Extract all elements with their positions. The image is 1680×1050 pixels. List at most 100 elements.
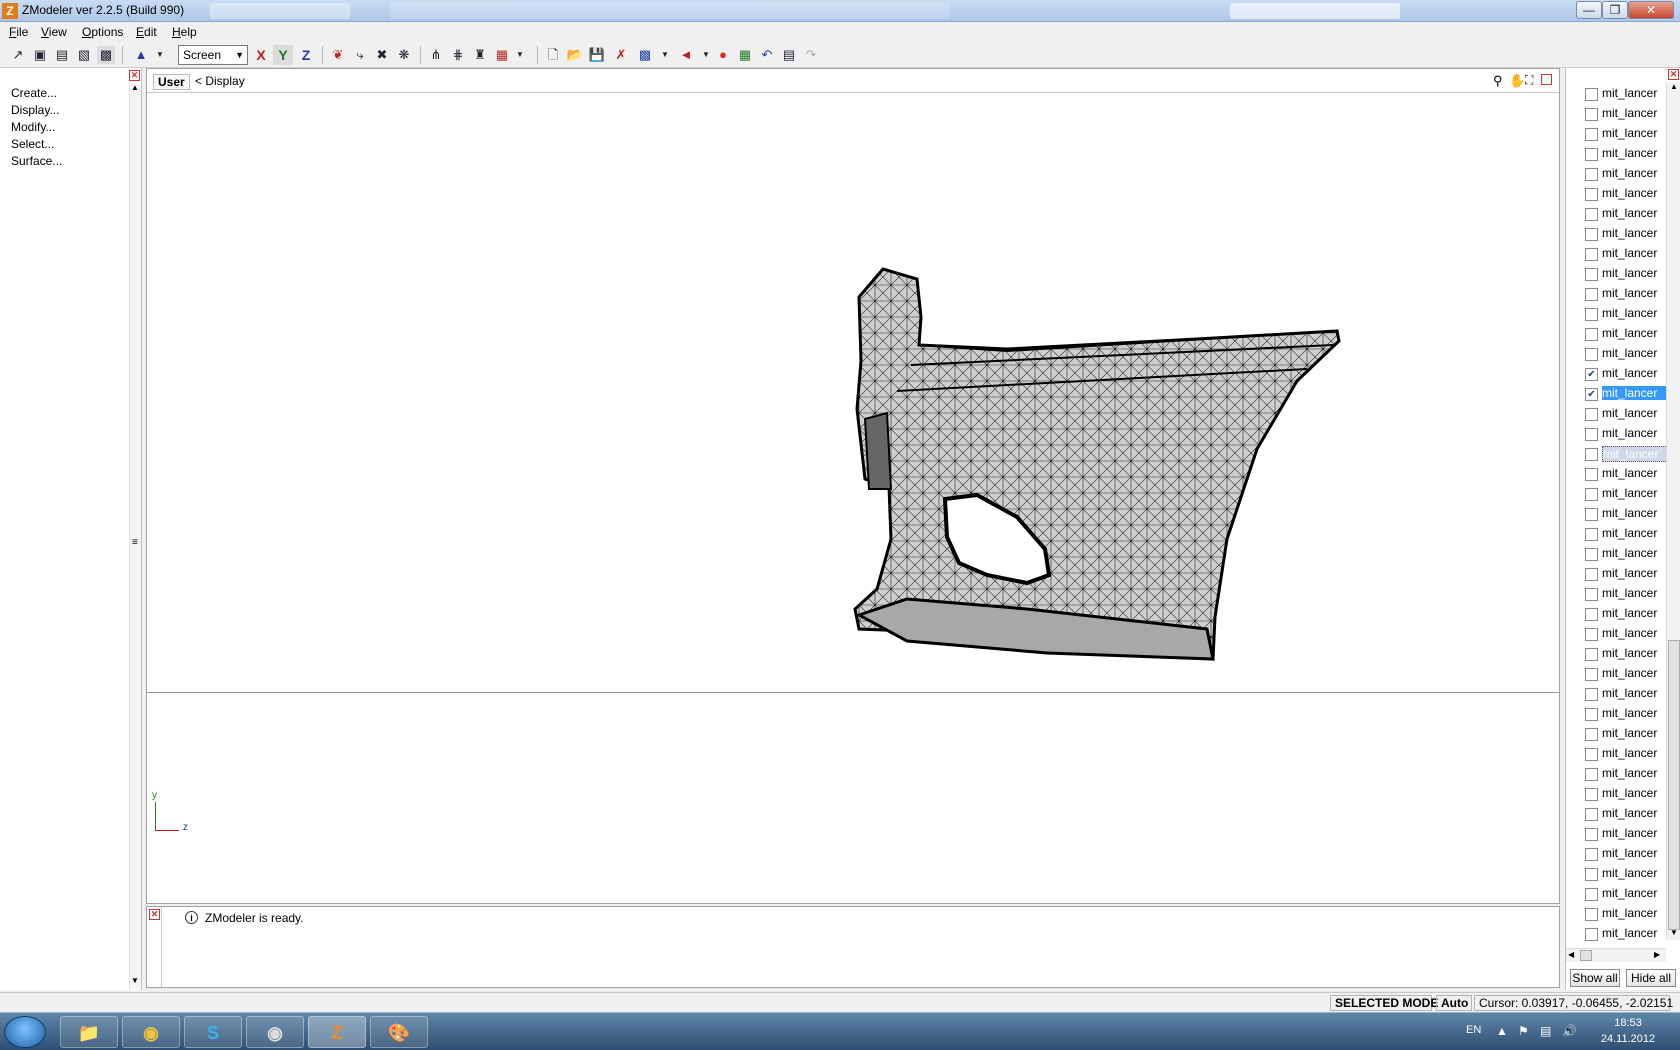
close-object-panel-icon[interactable]: ✕: [1668, 69, 1679, 80]
object-list-item[interactable]: mit_lancer: [1585, 184, 1666, 204]
dropdown-arrow-icon[interactable]: ▼: [151, 46, 169, 64]
export-icon[interactable]: ◄: [677, 46, 695, 64]
object-visibility-checkbox[interactable]: [1585, 468, 1598, 481]
title-bar[interactable]: Z ZModeler ver 2.2.5 (Build 990) — ❐ ✕: [0, 0, 1680, 22]
object-list-item[interactable]: mit_lancer: [1585, 284, 1666, 304]
object-visibility-checkbox[interactable]: [1585, 328, 1598, 341]
dropdown-arrow-icon[interactable]: ▼: [511, 46, 529, 64]
show-all-button[interactable]: Show all: [1570, 969, 1620, 987]
object-visibility-checkbox[interactable]: [1585, 768, 1598, 781]
object-list-item[interactable]: mit_lancer: [1585, 604, 1666, 624]
object-list-item[interactable]: ✔ mit_lancer: [1585, 384, 1666, 404]
object-visibility-checkbox[interactable]: [1585, 488, 1598, 501]
hide-all-button[interactable]: Hide all: [1626, 969, 1676, 987]
object-list-item[interactable]: mit_lancer: [1585, 844, 1666, 864]
close-panel-icon[interactable]: ✕: [129, 70, 140, 81]
object-visibility-checkbox[interactable]: [1585, 848, 1598, 861]
scroll-up-icon[interactable]: ▲: [1670, 82, 1678, 91]
media-icon[interactable]: ◉: [246, 1016, 304, 1048]
command-select[interactable]: Select...: [11, 137, 54, 151]
object-list-item[interactable]: mit_lancer: [1585, 444, 1666, 464]
object-list-item[interactable]: ✔ mit_lancer: [1585, 364, 1666, 384]
object-visibility-checkbox[interactable]: [1585, 308, 1598, 321]
close-button[interactable]: ✕: [1628, 1, 1674, 19]
object-visibility-checkbox[interactable]: [1585, 928, 1598, 941]
object-visibility-checkbox[interactable]: ✔: [1585, 368, 1598, 381]
object-list-item[interactable]: mit_lancer: [1585, 464, 1666, 484]
dropdown-arrow-icon[interactable]: ▼: [656, 46, 674, 64]
object-list-scrollbar[interactable]: ▲ ▼: [1666, 82, 1680, 940]
object-visibility-checkbox[interactable]: [1585, 788, 1598, 801]
object-list-item[interactable]: mit_lancer: [1585, 164, 1666, 184]
fork-tool-icon[interactable]: ⋔: [427, 46, 445, 64]
object-list-item[interactable]: mit_lancer: [1585, 304, 1666, 324]
open-file-icon[interactable]: 📂: [566, 46, 584, 64]
object-list-item[interactable]: mit_lancer: [1585, 804, 1666, 824]
object-visibility-checkbox[interactable]: [1585, 248, 1598, 261]
object-visibility-checkbox[interactable]: [1585, 708, 1598, 721]
object-list-item[interactable]: mit_lancer: [1585, 224, 1666, 244]
object-list-item[interactable]: mit_lancer: [1585, 564, 1666, 584]
object-visibility-checkbox[interactable]: [1585, 108, 1598, 121]
object-list-item[interactable]: mit_lancer: [1585, 504, 1666, 524]
object-visibility-checkbox[interactable]: [1585, 688, 1598, 701]
menu-view[interactable]: View: [41, 25, 67, 39]
redo-icon[interactable]: ↷: [802, 46, 820, 64]
object-list-item[interactable]: mit_lancer: [1585, 244, 1666, 264]
object-visibility-checkbox[interactable]: [1585, 448, 1598, 461]
object-list-item[interactable]: mit_lancer: [1585, 264, 1666, 284]
paint-icon[interactable]: 🎨: [370, 1016, 428, 1048]
branch-tool-icon[interactable]: ⋕: [449, 46, 467, 64]
object-list-item[interactable]: mit_lancer: [1585, 424, 1666, 444]
object-list-item[interactable]: mit_lancer: [1585, 864, 1666, 884]
undo-icon[interactable]: ↶: [758, 46, 776, 64]
close-console-icon[interactable]: ✕: [149, 909, 160, 920]
object-visibility-checkbox[interactable]: [1585, 548, 1598, 561]
object-list-item[interactable]: mit_lancer: [1585, 204, 1666, 224]
paint-tool-icon[interactable]: ❦: [329, 46, 347, 64]
object-list-item[interactable]: mit_lancer: [1585, 684, 1666, 704]
object-list-item[interactable]: mit_lancer: [1585, 764, 1666, 784]
action-center-flag-icon[interactable]: ⚑: [1518, 1024, 1529, 1038]
command-display[interactable]: Display...: [11, 103, 59, 117]
object-visibility-checkbox[interactable]: [1585, 668, 1598, 681]
object-list-item[interactable]: mit_lancer: [1585, 544, 1666, 564]
object-visibility-checkbox[interactable]: [1585, 88, 1598, 101]
object-list-item[interactable]: mit_lancer: [1585, 484, 1666, 504]
import-icon[interactable]: ▩: [636, 46, 654, 64]
object-visibility-checkbox[interactable]: ✔: [1585, 388, 1598, 401]
clock-time[interactable]: 18:53: [1600, 1017, 1656, 1029]
move-axes-icon[interactable]: ⤷: [351, 46, 369, 64]
menu-help[interactable]: Help: [172, 25, 197, 39]
render-icon[interactable]: ●: [714, 46, 732, 64]
object-visibility-checkbox[interactable]: [1585, 428, 1598, 441]
start-button[interactable]: [4, 1016, 46, 1048]
new-file-icon[interactable]: 🗋: [544, 46, 562, 64]
scroll-left-icon[interactable]: ◀: [1568, 950, 1574, 959]
cross-icon[interactable]: ✖: [373, 46, 391, 64]
chrome-icon[interactable]: ◉: [122, 1016, 180, 1048]
object-visibility-checkbox[interactable]: [1585, 528, 1598, 541]
scroll-up-icon[interactable]: ▲: [131, 83, 139, 92]
clock-date[interactable]: 24.11.2012: [1596, 1033, 1660, 1045]
scroll-right-icon[interactable]: ▶: [1654, 950, 1660, 959]
object-list-item[interactable]: mit_lancer: [1585, 624, 1666, 644]
object-visibility-checkbox[interactable]: [1585, 608, 1598, 621]
scrollbar-thumb[interactable]: [1668, 640, 1680, 930]
object-visibility-checkbox[interactable]: [1585, 208, 1598, 221]
menu-file[interactable]: File: [9, 25, 28, 39]
rotate-axes-icon[interactable]: ❋: [395, 46, 413, 64]
save-file-icon[interactable]: 💾: [588, 46, 606, 64]
skype-icon[interactable]: S: [184, 1016, 242, 1048]
command-panel-scrollbar[interactable]: ▲ ≡ ▼: [129, 83, 141, 989]
object-visibility-checkbox[interactable]: [1585, 588, 1598, 601]
3d-viewport[interactable]: User < Display ⚲ ✋ ⛶ y z: [146, 68, 1560, 904]
object-list-item[interactable]: mit_lancer: [1585, 344, 1666, 364]
scroll-down-icon[interactable]: ▼: [131, 976, 139, 985]
object-list-item[interactable]: mit_lancer: [1585, 144, 1666, 164]
object-visibility-checkbox[interactable]: [1585, 408, 1598, 421]
object-list-item[interactable]: mit_lancer: [1585, 324, 1666, 344]
select-box-icon[interactable]: ▣: [31, 46, 49, 64]
object-list-item[interactable]: mit_lancer: [1585, 724, 1666, 744]
object-list-item[interactable]: mit_lancer: [1585, 124, 1666, 144]
